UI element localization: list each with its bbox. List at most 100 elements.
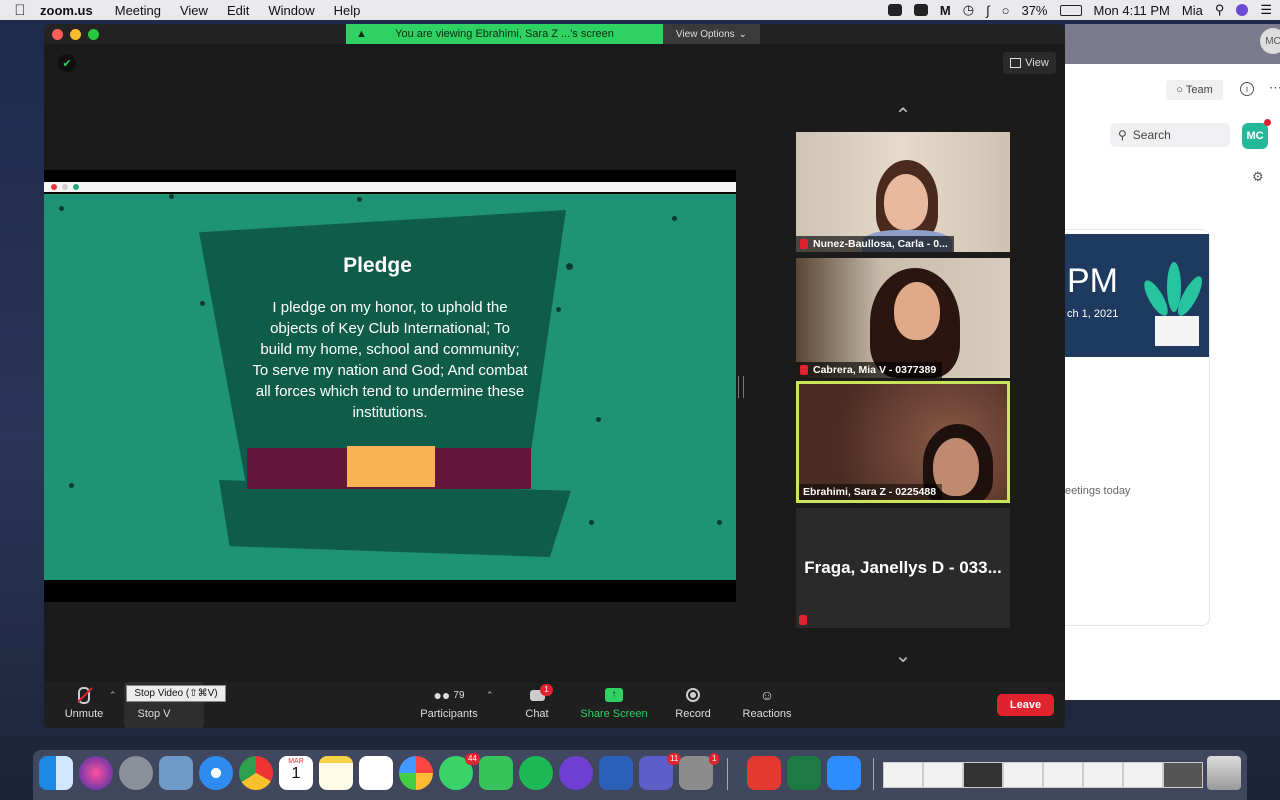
apple-icon[interactable]:  — [0, 2, 40, 19]
hat-buckle — [347, 446, 435, 487]
view-options-label: View Options — [675, 28, 735, 40]
facetime-icon[interactable] — [479, 756, 513, 790]
avatar[interactable]: MC — [1260, 28, 1280, 54]
team-icon: ○ — [1176, 84, 1183, 96]
audio-options-caret[interactable]: ⌃ — [109, 690, 117, 701]
share-screen-button[interactable]: ↑ Share Screen — [580, 686, 648, 720]
wd-icon[interactable] — [913, 4, 928, 16]
participants-icon: ●● 79 — [433, 687, 465, 703]
wifi-icon[interactable]: ○ — [1002, 3, 1010, 18]
chevron-up-icon[interactable]: ⌃ — [886, 106, 920, 126]
slide-dot — [589, 520, 594, 525]
participant-video-tile[interactable]: Cabrera, Mia V - 0377389 — [796, 258, 1010, 378]
time-machine-icon[interactable]: ◷ — [963, 2, 974, 18]
preview-icon[interactable] — [159, 756, 193, 790]
slide-dot — [717, 520, 722, 525]
share-screen-icon: ↑ — [603, 686, 625, 704]
leave-button[interactable]: Leave — [997, 694, 1054, 716]
gear-icon[interactable]: ⚙ — [1252, 169, 1264, 185]
close-window-button[interactable] — [52, 29, 63, 40]
profile-badge[interactable]: MC — [1242, 123, 1268, 149]
reminders-icon[interactable] — [359, 756, 393, 790]
spotify-icon[interactable] — [519, 756, 553, 790]
finder-icon[interactable] — [39, 756, 73, 790]
team-button[interactable]: ○ Team — [1166, 80, 1223, 100]
info-icon[interactable]: i — [1240, 82, 1254, 96]
security-shield-icon[interactable]: ✔ — [58, 54, 76, 72]
word-icon[interactable] — [599, 756, 633, 790]
bluetooth-icon[interactable]: ∫ — [986, 3, 990, 18]
dock: MAR 1 44 11 1 — [33, 750, 1247, 800]
menubar:  zoom.us Meeting View Edit Window Help … — [0, 0, 1280, 20]
minimized-window-thumbnail[interactable] — [1163, 762, 1203, 788]
minimized-window-thumbnail[interactable] — [923, 762, 963, 788]
notification-center-icon[interactable]: ☰ — [1260, 2, 1272, 18]
acrobat-icon[interactable] — [747, 756, 781, 790]
malwarebytes-icon[interactable]: M — [940, 3, 951, 18]
search-input[interactable]: ⚲ Search — [1110, 123, 1230, 147]
chevron-down-icon[interactable]: ⌄ — [886, 646, 920, 666]
menu-meeting[interactable]: Meeting — [115, 3, 161, 18]
view-button[interactable]: View — [1003, 52, 1056, 74]
chrome-icon[interactable] — [239, 756, 273, 790]
system-preferences-icon[interactable] — [679, 756, 713, 790]
pledge-line: all forces which tend to undermine these — [255, 383, 525, 400]
battery-percent[interactable]: 37% — [1021, 3, 1047, 18]
shared-screen[interactable]: Pledge I pledge on my honor, to uphold t… — [44, 170, 736, 602]
pledge-line: institutions. — [352, 404, 428, 421]
safari-icon[interactable] — [199, 756, 233, 790]
menu-app[interactable]: zoom.us — [40, 3, 93, 18]
user-name[interactable]: Mia — [1182, 3, 1203, 18]
more-icon[interactable]: ⋯ — [1269, 80, 1280, 96]
participant-caption: Cabrera, Mia V - 0377389 — [796, 362, 943, 378]
slide-dot — [69, 483, 74, 488]
launchpad-icon[interactable] — [119, 756, 153, 790]
participant-caption: Nunez-Baullosa, Carla - 0... — [796, 236, 954, 252]
pledge-slide: Pledge I pledge on my honor, to uphold t… — [44, 194, 736, 580]
minimized-window-thumbnail[interactable] — [1083, 762, 1123, 788]
pledge-line: objects of Key Club International; To — [270, 320, 510, 337]
unmute-button[interactable]: Unmute — [64, 686, 104, 720]
record-button[interactable]: Record — [673, 686, 713, 720]
siri-icon[interactable] — [1236, 4, 1249, 16]
imovie-icon[interactable] — [559, 756, 593, 790]
splitter-handle[interactable] — [738, 376, 744, 398]
participant-video-tile-active-speaker[interactable]: Ebrahimi, Sara Z - 0225488 — [796, 381, 1010, 503]
participants-button[interactable]: ●● 79 Participants — [418, 686, 480, 720]
pledge-line: build my home, school and community; — [260, 341, 520, 358]
reactions-button[interactable]: ☺ Reactions — [740, 686, 794, 720]
menu-edit[interactable]: Edit — [227, 3, 249, 18]
menu-view[interactable]: View — [180, 3, 208, 18]
pledge-line: To serve my nation and God; And combat — [252, 362, 528, 379]
minimized-window-thumbnail[interactable] — [1003, 762, 1043, 788]
excel-icon[interactable] — [787, 756, 821, 790]
reactions-icon: ☺ — [759, 687, 775, 703]
participants-options-caret[interactable]: ⌃ — [486, 690, 494, 701]
zoom-status-icon[interactable] — [887, 4, 902, 16]
minimize-window-button[interactable] — [70, 29, 81, 40]
minimized-window-thumbnail[interactable] — [963, 762, 1003, 788]
zoom-window-button[interactable] — [88, 29, 99, 40]
siri-icon[interactable] — [79, 756, 113, 790]
participant-video-tile[interactable]: Nunez-Baullosa, Carla - 0... — [796, 132, 1010, 252]
battery-icon[interactable] — [1059, 4, 1082, 16]
minimized-window-thumbnail[interactable] — [1043, 762, 1083, 788]
photos-icon[interactable] — [399, 756, 433, 790]
calendar-icon[interactable]: MAR 1 — [279, 756, 313, 790]
participant-face — [884, 174, 928, 230]
clock[interactable]: Mon 4:11 PM — [1094, 3, 1170, 18]
participant-tile-no-video[interactable]: Fraga, Janellys D - 033... — [796, 508, 1010, 628]
minimized-window-thumbnail[interactable] — [883, 762, 923, 788]
menu-window[interactable]: Window — [268, 3, 314, 18]
participant-name: Cabrera, Mia V - 0377389 — [813, 364, 937, 376]
mic-muted-icon — [800, 365, 808, 375]
minimized-window-thumbnail[interactable] — [1123, 762, 1163, 788]
search-icon[interactable]: ⚲ — [1215, 2, 1225, 18]
view-options-button[interactable]: View Options ⌄ — [663, 24, 760, 44]
trash-icon[interactable] — [1207, 756, 1241, 790]
notes-icon[interactable] — [319, 756, 353, 790]
participant-name: Ebrahimi, Sara Z - 0225488 — [803, 486, 937, 498]
search-placeholder: Search — [1132, 128, 1171, 142]
menu-help[interactable]: Help — [334, 3, 361, 18]
zoom-icon[interactable] — [827, 756, 861, 790]
